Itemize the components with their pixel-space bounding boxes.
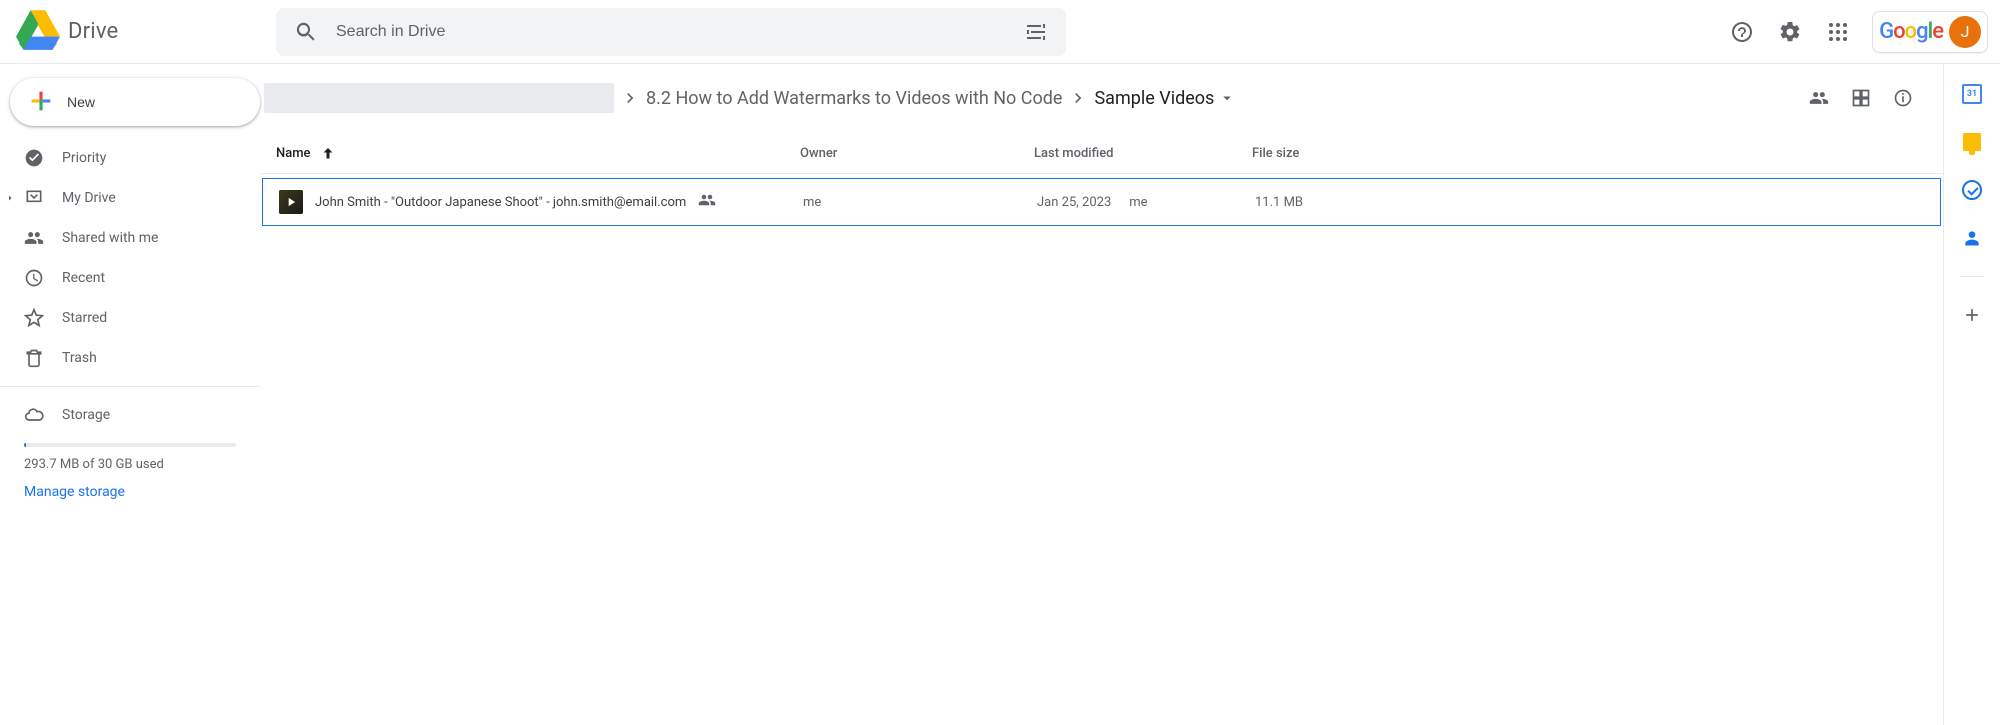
dropdown-caret-icon (1218, 89, 1236, 107)
avatar[interactable]: J (1949, 16, 1981, 48)
header-actions: Google J (1720, 10, 1992, 54)
side-panel (1944, 64, 2000, 725)
breadcrumb-current[interactable]: Sample Videos (1094, 88, 1236, 109)
contacts-addon-icon[interactable] (1952, 218, 1992, 258)
sidebar-item-label: Starred (62, 310, 107, 326)
table-header: Name Owner Last modified File size (260, 134, 1943, 174)
drive-logo-icon (16, 10, 60, 54)
sort-ascending-icon (319, 145, 337, 163)
column-header-size[interactable]: File size (1252, 146, 1927, 161)
new-button-label: New (67, 94, 95, 110)
account-switcher[interactable]: Google J (1872, 11, 1988, 53)
sidebar-item-label: Recent (62, 270, 105, 286)
sidebar-item-shared-with-me[interactable]: Shared with me (0, 218, 260, 258)
search-icon[interactable] (284, 10, 328, 54)
column-header-owner[interactable]: Owner (800, 146, 1034, 161)
file-owner: me (803, 195, 1037, 210)
breadcrumb-current-label: Sample Videos (1094, 88, 1214, 109)
brand[interactable]: Drive (16, 10, 266, 54)
file-table: Name Owner Last modified File size John … (260, 134, 1943, 226)
keep-addon-icon[interactable] (1952, 122, 1992, 162)
chevron-right-icon (620, 88, 640, 108)
search-options-icon[interactable] (1014, 10, 1058, 54)
apps-icon[interactable] (1816, 10, 1860, 54)
plus-icon (27, 87, 55, 118)
manage-access-icon[interactable] (1799, 78, 1839, 118)
file-size: 11.1 MB (1255, 195, 1924, 210)
column-header-label: Owner (800, 146, 837, 161)
support-icon[interactable] (1720, 10, 1764, 54)
sidebar-item-trash[interactable]: Trash (0, 338, 260, 378)
sidebar: New Priority My Drive Shared with me Rec… (0, 64, 260, 725)
file-modified-by: me (1129, 195, 1147, 210)
tasks-addon-icon[interactable] (1952, 170, 1992, 210)
breadcrumb-folder[interactable]: 8.2 How to Add Watermarks to Videos with… (646, 88, 1062, 109)
column-header-name[interactable]: Name (276, 145, 800, 163)
sidebar-item-starred[interactable]: Starred (0, 298, 260, 338)
sidebar-item-label: Shared with me (62, 230, 158, 246)
search-input[interactable] (328, 23, 1014, 41)
column-header-label: Last modified (1034, 146, 1114, 161)
storage-bar (24, 443, 236, 447)
manage-storage-link[interactable]: Manage storage (24, 484, 125, 500)
sidebar-item-priority[interactable]: Priority (0, 138, 260, 178)
shared-icon (698, 191, 716, 213)
column-header-label: File size (1252, 146, 1299, 161)
table-row[interactable]: John Smith - "Outdoor Japanese Shoot" - … (262, 178, 1941, 226)
content-area: 8.2 How to Add Watermarks to Videos with… (260, 64, 1944, 725)
grid-view-icon[interactable] (1841, 78, 1881, 118)
settings-icon[interactable] (1768, 10, 1812, 54)
google-logo: Google (1879, 19, 1943, 44)
app-header: Drive Google J (0, 0, 2000, 64)
breadcrumb-placeholder[interactable] (264, 83, 614, 113)
search-bar (276, 8, 1066, 56)
storage-used-text: 293.7 MB of 30 GB used (24, 457, 236, 472)
calendar-addon-icon[interactable] (1952, 74, 1992, 114)
new-button[interactable]: New (10, 78, 260, 126)
sidebar-item-label: Priority (62, 150, 106, 166)
file-modified-date: Jan 25, 2023 (1037, 195, 1111, 210)
chevron-right-icon (1068, 88, 1088, 108)
sidebar-item-storage[interactable]: Storage (0, 395, 260, 435)
file-name: John Smith - "Outdoor Japanese Shoot" - … (315, 195, 686, 210)
get-addons-icon[interactable] (1952, 295, 1992, 335)
column-header-label: Name (276, 146, 311, 161)
sidebar-item-my-drive[interactable]: My Drive (0, 178, 260, 218)
file-modified: Jan 25, 2023 me (1037, 195, 1255, 210)
column-header-modified[interactable]: Last modified (1034, 146, 1252, 161)
breadcrumb: 8.2 How to Add Watermarks to Videos with… (264, 83, 1799, 113)
sidebar-item-label: Trash (62, 350, 97, 366)
sidebar-item-label: Storage (62, 407, 110, 423)
video-file-icon (279, 190, 303, 214)
sidebar-item-label: My Drive (62, 190, 116, 206)
view-details-icon[interactable] (1883, 78, 1923, 118)
sidebar-item-recent[interactable]: Recent (0, 258, 260, 298)
brand-name: Drive (68, 19, 118, 44)
